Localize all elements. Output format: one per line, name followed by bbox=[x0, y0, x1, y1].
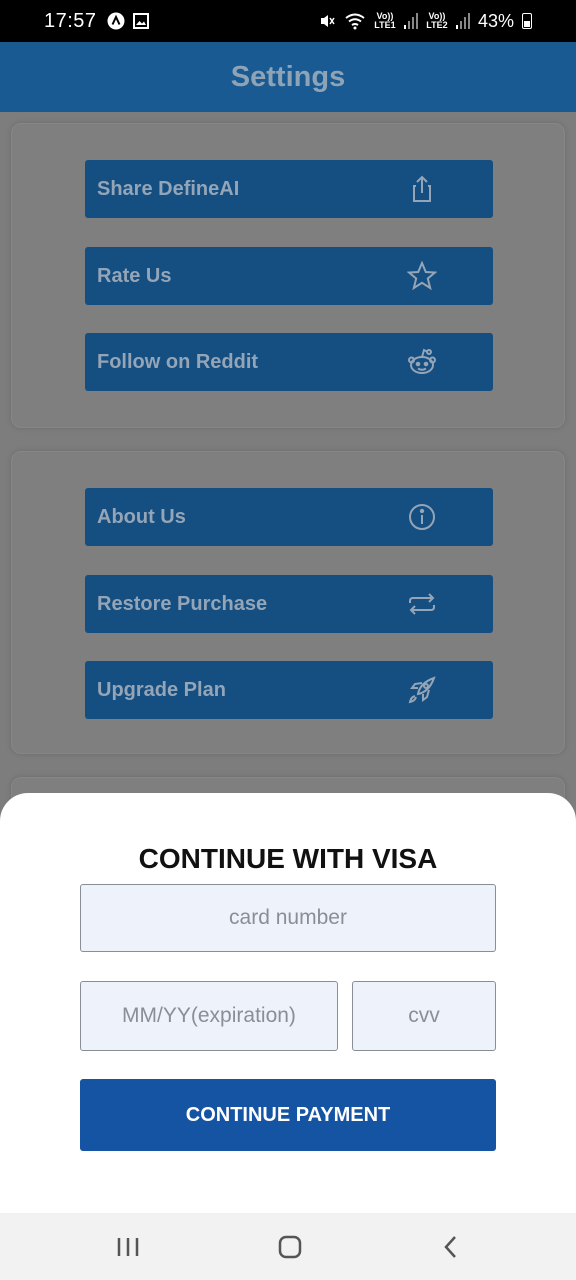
recent-apps-button[interactable] bbox=[108, 1231, 148, 1263]
status-right-area: Vo)) LTE1 Vo)) LTE2 43% bbox=[318, 11, 532, 32]
reddit-icon bbox=[407, 347, 437, 377]
settings-group-social: Share DefineAI Rate Us Follow on Reddit bbox=[11, 123, 565, 428]
restore-purchase-label: Restore Purchase bbox=[97, 592, 268, 615]
upgrade-plan-label: Upgrade Plan bbox=[97, 678, 226, 701]
back-button[interactable] bbox=[431, 1231, 471, 1263]
signal-2-icon bbox=[455, 13, 470, 29]
about-us-button[interactable]: About Us bbox=[85, 488, 493, 546]
share-label: Share DefineAI bbox=[97, 177, 240, 200]
back-icon bbox=[444, 1236, 456, 1258]
image-notification-icon bbox=[132, 13, 149, 29]
home-button[interactable] bbox=[270, 1231, 310, 1263]
status-time: 17:57 bbox=[44, 9, 97, 32]
star-icon bbox=[406, 260, 438, 291]
battery-icon bbox=[522, 13, 532, 29]
payment-bottom-sheet: CONTINUE WITH VISA CONTINUE PAYMENT bbox=[0, 793, 576, 1213]
follow-reddit-button[interactable]: Follow on Reddit bbox=[85, 333, 493, 391]
cvv-input[interactable] bbox=[352, 981, 496, 1051]
recent-apps-icon bbox=[117, 1238, 139, 1256]
card-number-input[interactable] bbox=[80, 884, 496, 952]
sim2-label: Vo)) LTE2 bbox=[426, 11, 448, 30]
upgrade-plan-button[interactable]: Upgrade Plan bbox=[85, 661, 493, 719]
system-nav-bar bbox=[0, 1213, 576, 1280]
page-title: Settings bbox=[230, 60, 346, 93]
follow-reddit-label: Follow on Reddit bbox=[97, 350, 259, 373]
settings-group-app: About Us Restore Purchase Upgrade Plan bbox=[11, 451, 565, 754]
status-bar: 17:57 Vo)) LTE1 Vo)) LTE2 43% bbox=[0, 0, 576, 42]
notification-icons bbox=[107, 12, 149, 30]
repeat-icon bbox=[407, 589, 437, 619]
app-notification-icon bbox=[107, 12, 125, 30]
mute-icon bbox=[320, 15, 335, 27]
rocket-icon bbox=[407, 675, 437, 705]
info-icon bbox=[407, 502, 437, 532]
home-icon bbox=[278, 1235, 302, 1259]
app-header: Settings bbox=[0, 42, 576, 112]
sheet-title: CONTINUE WITH VISA bbox=[138, 843, 438, 874]
rate-us-button[interactable]: Rate Us bbox=[85, 247, 493, 305]
share-icon bbox=[407, 174, 437, 204]
sim1-label: Vo)) LTE1 bbox=[374, 11, 396, 30]
battery-percent: 43% bbox=[477, 10, 514, 31]
wifi-icon bbox=[345, 13, 365, 30]
expiration-input[interactable] bbox=[80, 981, 338, 1051]
continue-payment-button[interactable]: CONTINUE PAYMENT bbox=[80, 1079, 496, 1151]
restore-purchase-button[interactable]: Restore Purchase bbox=[85, 575, 493, 633]
share-button[interactable]: Share DefineAI bbox=[85, 160, 493, 218]
rate-us-label: Rate Us bbox=[97, 264, 172, 287]
about-us-label: About Us bbox=[97, 505, 186, 528]
signal-1-icon bbox=[403, 13, 418, 29]
